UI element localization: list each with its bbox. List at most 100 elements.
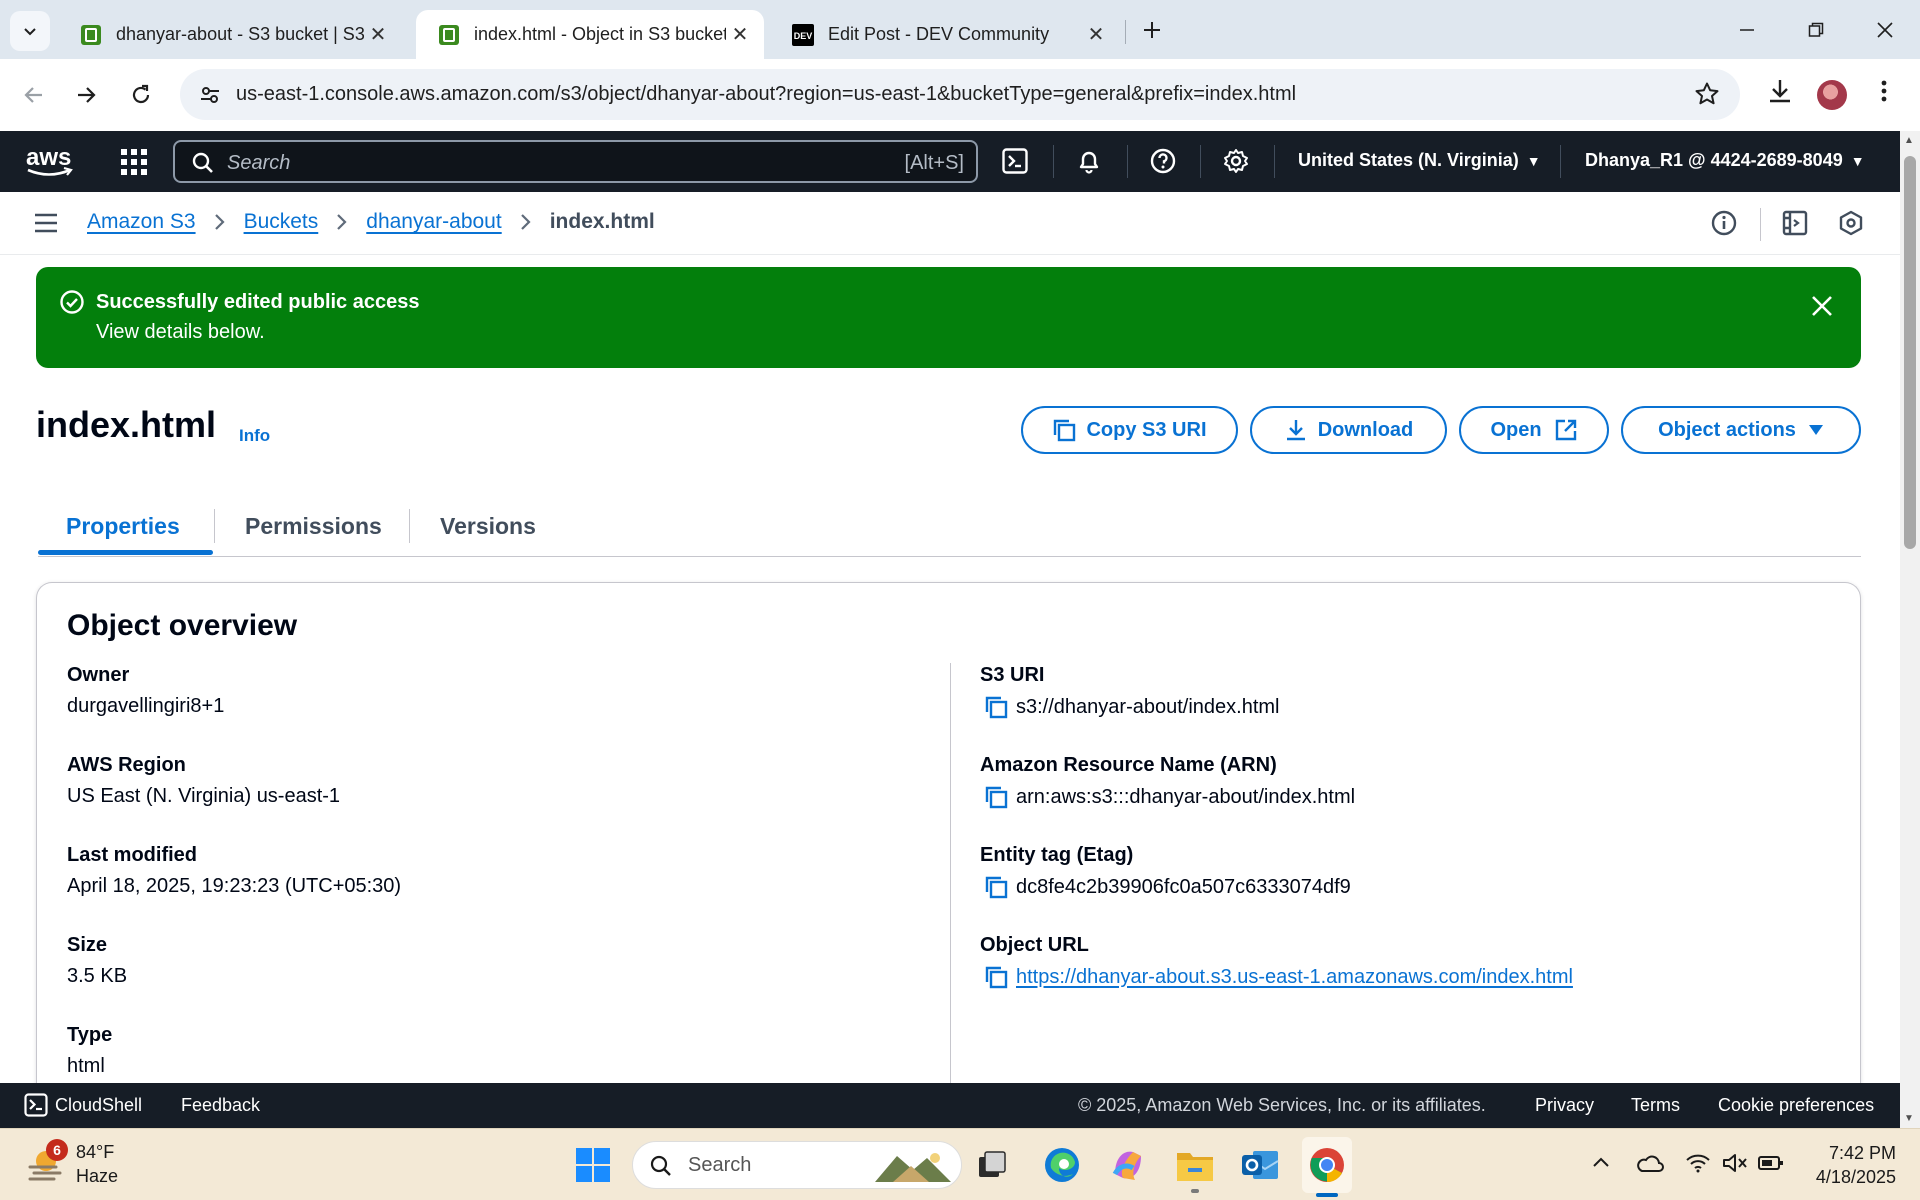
copy-icon[interactable] bbox=[984, 695, 1008, 719]
wifi-icon[interactable] bbox=[1685, 1153, 1711, 1173]
object-overview-heading: Object overview bbox=[67, 609, 298, 642]
outlook-icon bbox=[1242, 1151, 1279, 1179]
edge-app[interactable] bbox=[1042, 1145, 1082, 1185]
aws-top-nav: aws Search [Alt+S] United States (N. Vir… bbox=[0, 131, 1900, 192]
object-url-link[interactable]: https://dhanyar-about.s3.us-east-1.amazo… bbox=[1016, 966, 1573, 989]
taskbar-clock[interactable]: 7:42 PM 4/18/2025 bbox=[1816, 1141, 1896, 1189]
copy-icon[interactable] bbox=[984, 785, 1008, 809]
start-button[interactable] bbox=[573, 1145, 613, 1185]
info-link[interactable]: Info bbox=[239, 426, 270, 446]
open-button[interactable]: Open bbox=[1459, 406, 1609, 454]
chrome-icon bbox=[1310, 1148, 1344, 1182]
copilot-app[interactable] bbox=[1108, 1145, 1148, 1185]
object-actions-label: Object actions bbox=[1658, 418, 1796, 441]
bookmark-star-icon[interactable] bbox=[1694, 81, 1720, 107]
clock-time: 7:42 PM bbox=[1828, 1143, 1896, 1163]
scroll-down-icon[interactable]: ▼ bbox=[1904, 1113, 1914, 1124]
side-nav-toggle-icon[interactable] bbox=[34, 212, 58, 234]
field-value: arn:aws:s3:::dhanyar-about/index.html bbox=[1016, 785, 1356, 808]
show-hidden-icons-button[interactable] bbox=[1591, 1153, 1611, 1173]
account-menu[interactable]: Dhanya_R1 @ 4424-2689-8049 ▼ bbox=[1585, 150, 1865, 171]
minimize-button[interactable] bbox=[1724, 10, 1770, 50]
object-actions-button[interactable]: Object actions bbox=[1621, 406, 1861, 454]
clock-date: 4/18/2025 bbox=[1815, 1167, 1896, 1187]
field-label: Size bbox=[67, 934, 108, 956]
breadcrumb-bucket[interactable]: dhanyar-about bbox=[366, 210, 501, 234]
browser-tab-title: Edit Post - DEV Community bbox=[828, 24, 1050, 44]
site-info-icon[interactable] bbox=[196, 81, 224, 109]
outlook-app[interactable] bbox=[1240, 1145, 1280, 1185]
field-label: Amazon Resource Name (ARN) bbox=[980, 754, 1277, 776]
page-title: index.html bbox=[36, 404, 217, 445]
browser-tab-object[interactable]: index.html - Object in S3 bucket ✕ bbox=[416, 10, 764, 59]
edge-icon bbox=[1045, 1148, 1079, 1182]
page-scrollbar[interactable]: ▲ ▼ bbox=[1900, 131, 1920, 1128]
tab-permissions[interactable]: Permissions bbox=[245, 495, 382, 557]
cloudshell-button[interactable]: CloudShell bbox=[24, 1093, 142, 1117]
copy-icon[interactable] bbox=[984, 875, 1008, 899]
notifications-bell-icon[interactable] bbox=[1076, 148, 1102, 174]
close-tab-icon[interactable]: ✕ bbox=[1082, 21, 1110, 49]
address-bar[interactable]: us-east-1.console.aws.amazon.com/s3/obje… bbox=[180, 69, 1740, 120]
taskbar-search[interactable]: Search bbox=[632, 1141, 962, 1189]
browser-tab-dev[interactable]: DEV Edit Post - DEV Community ✕ bbox=[770, 10, 1120, 59]
terms-link[interactable]: Terms bbox=[1631, 1095, 1680, 1116]
cookie-preferences-link[interactable]: Cookie preferences bbox=[1718, 1095, 1874, 1116]
privacy-link[interactable]: Privacy bbox=[1535, 1095, 1594, 1116]
copy-icon[interactable] bbox=[984, 965, 1008, 989]
caret-down-icon bbox=[1808, 425, 1823, 435]
cloudshell-icon[interactable] bbox=[1002, 148, 1028, 174]
type-field: Type html bbox=[67, 1024, 112, 1078]
copy-s3-uri-button[interactable]: Copy S3 URI bbox=[1021, 406, 1238, 454]
region-selector[interactable]: United States (N. Virginia) ▼ bbox=[1298, 150, 1541, 171]
close-tab-icon[interactable]: ✕ bbox=[726, 21, 754, 49]
aws-logo[interactable]: aws bbox=[24, 143, 74, 179]
browser-menu-button[interactable] bbox=[1874, 77, 1894, 105]
info-panel-icon[interactable] bbox=[1711, 210, 1737, 236]
chevron-right-icon bbox=[214, 213, 226, 231]
help-icon[interactable] bbox=[1150, 148, 1176, 174]
settings-gear-icon[interactable] bbox=[1223, 148, 1249, 174]
tab-versions[interactable]: Versions bbox=[440, 495, 536, 557]
file-explorer-app[interactable] bbox=[1175, 1145, 1215, 1185]
tab-search-button[interactable] bbox=[10, 11, 50, 51]
close-window-button[interactable] bbox=[1862, 10, 1908, 50]
forward-button[interactable] bbox=[68, 77, 104, 113]
feedback-link[interactable]: Feedback bbox=[181, 1095, 260, 1116]
object-url-field: Object URL https://dhanyar-about.s3.us-e… bbox=[980, 934, 1573, 989]
browser-toolbar: us-east-1.console.aws.amazon.com/s3/obje… bbox=[0, 59, 1920, 131]
browser-tab-strip: dhanyar-about - S3 bucket | S3 ✕ index.h… bbox=[0, 0, 1920, 59]
scrollbar-thumb[interactable] bbox=[1904, 156, 1916, 549]
profile-avatar[interactable] bbox=[1817, 80, 1847, 110]
chrome-app[interactable] bbox=[1307, 1145, 1347, 1185]
volume-muted-icon[interactable] bbox=[1722, 1153, 1748, 1173]
task-view-button[interactable] bbox=[972, 1145, 1012, 1185]
security-hexagon-icon[interactable] bbox=[1838, 210, 1864, 236]
restore-button[interactable] bbox=[1793, 10, 1839, 50]
check-circle-icon bbox=[60, 290, 84, 314]
windows-taskbar: 6 84°F Haze Search 7:42 PM 4/18/2025 bbox=[0, 1128, 1920, 1200]
dismiss-flash-button[interactable] bbox=[1811, 295, 1833, 317]
services-grid-icon[interactable] bbox=[121, 149, 147, 175]
breadcrumb-buckets[interactable]: Buckets bbox=[244, 210, 319, 234]
flash-title: Successfully edited public access bbox=[96, 291, 420, 313]
aws-search-input[interactable]: Search [Alt+S] bbox=[173, 140, 978, 183]
arn-field: Amazon Resource Name (ARN) arn:aws:s3:::… bbox=[980, 754, 1355, 809]
close-tab-icon[interactable]: ✕ bbox=[364, 21, 392, 49]
reload-button[interactable] bbox=[123, 77, 159, 113]
nav-separator bbox=[1274, 145, 1275, 178]
browser-tab-bucket[interactable]: dhanyar-about - S3 bucket | S3 ✕ bbox=[58, 10, 402, 59]
new-tab-button[interactable] bbox=[1136, 14, 1168, 46]
download-button[interactable]: Download bbox=[1250, 406, 1447, 454]
breadcrumb-amazon-s3[interactable]: Amazon S3 bbox=[87, 210, 196, 234]
notifications-panel-icon[interactable] bbox=[1782, 210, 1808, 236]
arrow-right-icon bbox=[78, 87, 96, 103]
onedrive-icon[interactable] bbox=[1636, 1153, 1664, 1173]
tab-properties[interactable]: Properties bbox=[66, 495, 180, 557]
downloads-button[interactable] bbox=[1766, 77, 1794, 105]
battery-icon[interactable] bbox=[1758, 1153, 1784, 1173]
content-tabs: Properties Permissions Versions bbox=[38, 495, 1861, 557]
last-modified-field: Last modified April 18, 2025, 19:23:23 (… bbox=[67, 844, 401, 898]
back-button[interactable] bbox=[16, 77, 52, 113]
scroll-up-icon[interactable]: ▲ bbox=[1904, 135, 1914, 146]
